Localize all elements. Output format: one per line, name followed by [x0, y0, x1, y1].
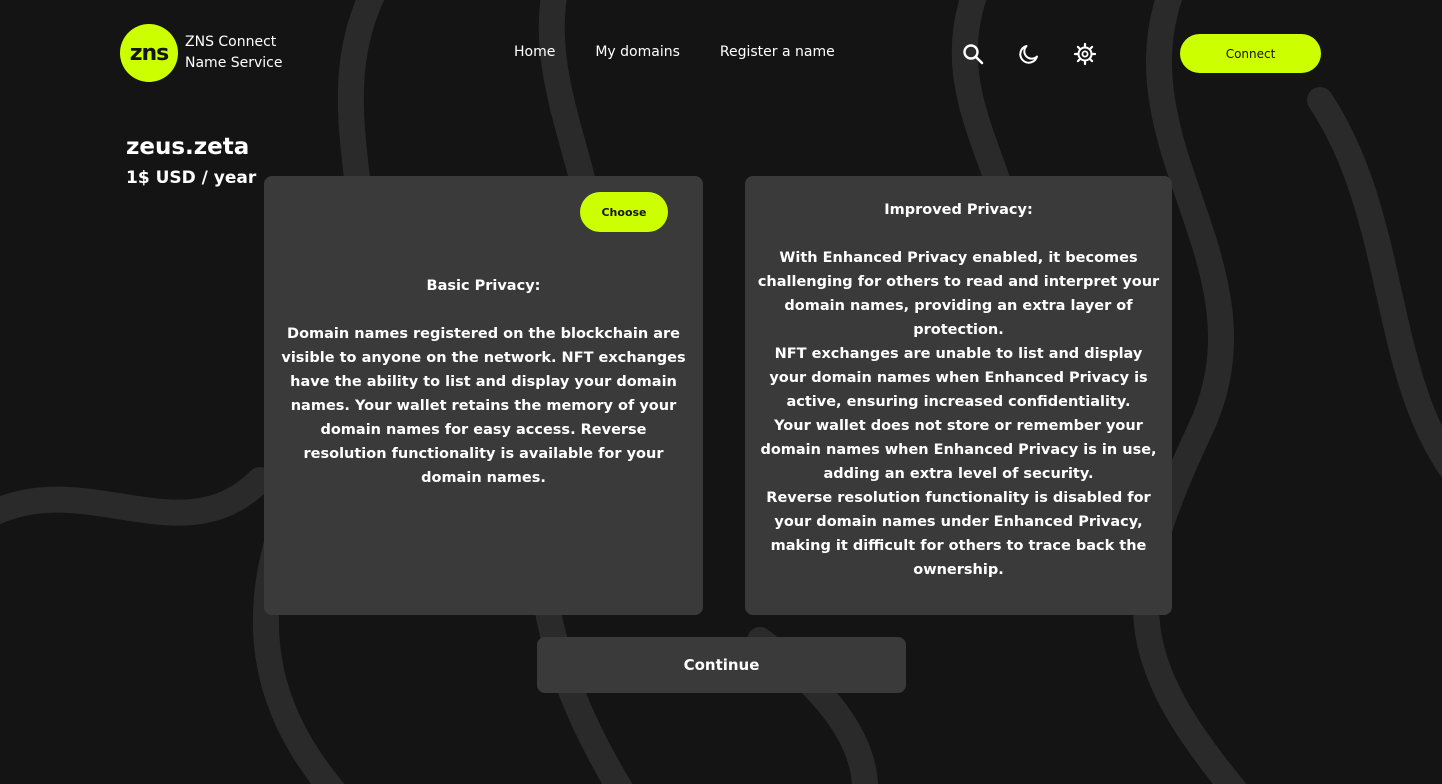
main-nav: Home My domains Register a name: [514, 44, 835, 60]
choose-button[interactable]: Choose: [580, 192, 668, 232]
improved-privacy-paragraph: Reverse resolution functionality is disa…: [766, 490, 1151, 578]
improved-privacy-paragraph: With Enhanced Privacy enabled, it become…: [757, 250, 1160, 338]
zns-logo-icon: zns: [120, 24, 178, 82]
continue-button[interactable]: Continue: [537, 637, 906, 693]
improved-privacy-paragraph: NFT exchanges are unable to list and dis…: [769, 346, 1148, 410]
nav-register-link[interactable]: Register a name: [720, 44, 835, 60]
brand-name: ZNS Connect Name Service: [185, 32, 283, 74]
brand-logo[interactable]: zns ZNS Connect Name Service: [120, 24, 283, 82]
brand-name-line2: Name Service: [185, 55, 283, 71]
brand-name-line1: ZNS Connect: [185, 34, 277, 50]
domain-price: 1$ USD / year: [126, 168, 257, 188]
domain-name: zeus.zeta: [126, 134, 250, 160]
nav-my-domains-link[interactable]: My domains: [595, 44, 680, 60]
improved-privacy-description: With Enhanced Privacy enabled, it become…: [755, 246, 1162, 582]
basic-privacy-card[interactable]: Choose Basic Privacy: Domain names regis…: [264, 176, 703, 615]
top-header: zns ZNS Connect Name Service Home My dom…: [0, 0, 1442, 110]
gear-icon[interactable]: [1073, 42, 1097, 66]
search-icon[interactable]: [961, 42, 985, 66]
nav-home-link[interactable]: Home: [514, 44, 555, 60]
moon-icon[interactable]: [1017, 42, 1041, 66]
basic-privacy-description: Domain names registered on the blockchai…: [281, 326, 686, 486]
improved-privacy-heading: Improved Privacy:: [884, 202, 1033, 218]
basic-privacy-heading: Basic Privacy:: [426, 278, 541, 294]
improved-privacy-card[interactable]: Improved Privacy: With Enhanced Privacy …: [745, 176, 1172, 615]
improved-privacy-paragraph: Your wallet does not store or remember y…: [760, 418, 1157, 482]
connect-button[interactable]: Connect: [1180, 34, 1321, 73]
